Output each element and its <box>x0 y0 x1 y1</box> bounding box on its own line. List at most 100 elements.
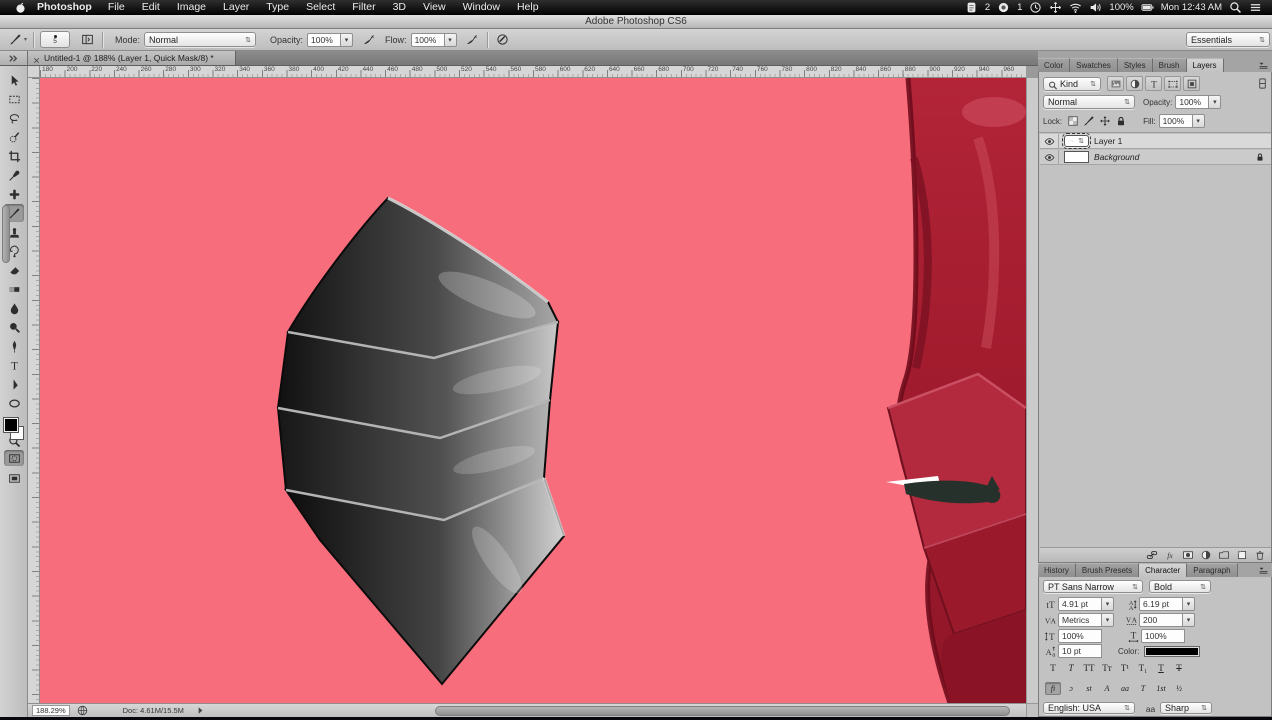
opacity-pressure-icon[interactable] <box>359 31 377 49</box>
apple-icon[interactable] <box>14 1 27 14</box>
camera-icon[interactable] <box>997 1 1010 14</box>
vertical-scrollbar-thumb[interactable] <box>1 205 10 263</box>
layer-row-layer-1[interactable]: Layer 1 <box>1040 133 1271 149</box>
ligatures-button[interactable]: fi <box>1045 682 1061 695</box>
tool-preset-icon[interactable] <box>6 31 24 49</box>
type-tool[interactable]: T <box>4 356 24 374</box>
baseline-shift-field[interactable]: 10 pt <box>1058 644 1102 658</box>
tracking-arrow[interactable] <box>1183 613 1195 627</box>
volume-icon[interactable] <box>1089 1 1102 14</box>
filter-toggle-icon[interactable] <box>1256 77 1269 90</box>
lock-all-icon[interactable] <box>1113 114 1129 128</box>
tab-history[interactable]: History <box>1038 563 1076 577</box>
resize-grip[interactable] <box>1026 703 1038 717</box>
quick-mask-button[interactable] <box>4 450 24 466</box>
filter-pixel-icon[interactable] <box>1107 76 1124 91</box>
discretionary-ligatures-button[interactable]: st <box>1081 682 1097 695</box>
canvas[interactable] <box>40 78 1026 703</box>
tool-preset-arrow-icon[interactable]: ▾ <box>24 36 27 43</box>
new-layer-icon[interactable] <box>1234 549 1249 562</box>
ordinals-button[interactable]: 1st <box>1153 682 1169 695</box>
filter-type-icon[interactable]: T <box>1145 76 1162 91</box>
menu-filter[interactable]: Filter <box>352 1 375 13</box>
tab-color[interactable]: Color <box>1038 58 1071 72</box>
marquee-tool[interactable] <box>4 90 24 108</box>
zoom-level-field[interactable]: 188.29% <box>32 705 70 716</box>
healing-brush-tool[interactable] <box>4 185 24 203</box>
lock-position-icon[interactable] <box>1097 114 1113 128</box>
move-tool[interactable] <box>4 71 24 89</box>
horizontal-scrollbar-thumb[interactable] <box>435 706 1010 716</box>
swash-button[interactable]: A <box>1099 682 1115 695</box>
font-size-arrow[interactable] <box>1102 597 1114 611</box>
font-size-field[interactable]: 4.91 pt <box>1058 597 1102 611</box>
tab-brush-presets[interactable]: Brush Presets <box>1075 563 1140 577</box>
opacity-field[interactable]: 100% <box>307 32 342 47</box>
menu-image[interactable]: Image <box>177 1 206 13</box>
notes-icon[interactable] <box>965 1 978 14</box>
tab-styles[interactable]: Styles <box>1117 58 1153 72</box>
layer-row-background[interactable]: Background <box>1040 150 1271 165</box>
brush-preset-picker[interactable]: 5 <box>40 31 71 48</box>
gradient-tool[interactable] <box>4 280 24 298</box>
document-tab[interactable]: Untitled-1 @ 188% (Layer 1, Quick Mask/8… <box>28 51 236 65</box>
shape-tool[interactable] <box>4 394 24 412</box>
fill-arrow[interactable] <box>1192 114 1205 128</box>
clock-icon[interactable] <box>1029 1 1042 14</box>
path-selection-tool[interactable] <box>4 375 24 393</box>
all-caps-button[interactable]: TT <box>1081 661 1097 674</box>
layer-filter-kind-select[interactable]: Kind <box>1043 76 1101 91</box>
airbrush-mode-icon[interactable] <box>463 31 481 49</box>
brush-pressure-icon[interactable] <box>494 31 512 49</box>
crop-tool[interactable] <box>4 147 24 165</box>
lock-transparent-icon[interactable] <box>1065 114 1081 128</box>
menu-clock[interactable]: Mon 12:43 AM <box>1161 2 1222 13</box>
menu-view[interactable]: View <box>423 1 446 13</box>
layers-opacity-arrow[interactable] <box>1209 95 1222 109</box>
menu-select[interactable]: Select <box>306 1 335 13</box>
blur-tool[interactable] <box>4 299 24 317</box>
stylistic-alternates-button[interactable]: aa <box>1117 682 1133 695</box>
layer-visibility-icon[interactable] <box>1040 150 1059 164</box>
foreground-color-swatch[interactable] <box>4 418 18 432</box>
subscript-button[interactable]: T₁ <box>1135 661 1151 674</box>
quick-selection-tool[interactable] <box>4 128 24 146</box>
tab-character[interactable]: Character <box>1139 563 1188 577</box>
fractions-button[interactable]: ½ <box>1171 682 1187 695</box>
lock-pixels-icon[interactable] <box>1081 114 1097 128</box>
link-layers-icon[interactable] <box>1144 549 1159 562</box>
font-family-select[interactable]: PT Sans Narrow <box>1043 580 1143 593</box>
horizontal-scale-field[interactable]: 100% <box>1141 629 1185 643</box>
small-caps-button[interactable]: Tᴛ <box>1099 661 1115 674</box>
new-group-icon[interactable] <box>1216 549 1231 562</box>
vertical-scrollbar[interactable] <box>1026 78 1038 703</box>
menu-help[interactable]: Help <box>517 1 539 13</box>
faux-italic-button[interactable]: T <box>1063 661 1079 674</box>
tab-layers[interactable]: Layers <box>1186 58 1224 72</box>
tracking-field[interactable]: 200 <box>1139 613 1183 627</box>
leading-arrow[interactable] <box>1183 597 1195 611</box>
eyedropper-tool[interactable] <box>4 166 24 184</box>
lasso-tool[interactable] <box>4 109 24 127</box>
toolbar-collapse-button[interactable] <box>0 51 28 65</box>
layer-thumbnail[interactable] <box>1064 151 1089 163</box>
menu-edit[interactable]: Edit <box>142 1 160 13</box>
underline-button[interactable]: T <box>1153 661 1169 674</box>
tab-brush[interactable]: Brush <box>1152 58 1187 72</box>
move-status-icon[interactable] <box>1049 1 1062 14</box>
delete-layer-icon[interactable] <box>1252 549 1267 562</box>
opacity-dropdown-arrow[interactable] <box>341 32 354 47</box>
menu-layer[interactable]: Layer <box>223 1 249 13</box>
title-bar[interactable]: Adobe Photoshop CS6 <box>0 15 1272 29</box>
kerning-field[interactable]: Metrics <box>1058 613 1102 627</box>
strikethrough-button[interactable]: T <box>1171 661 1187 674</box>
new-adjustment-icon[interactable] <box>1198 549 1213 562</box>
layer-thumbnail[interactable] <box>1062 133 1091 149</box>
filter-shape-icon[interactable] <box>1164 76 1181 91</box>
layer-style-icon[interactable]: fx <box>1162 549 1177 562</box>
superscript-button[interactable]: T¹ <box>1117 661 1133 674</box>
spotlight-icon[interactable] <box>1229 1 1242 14</box>
menu-window[interactable]: Window <box>463 1 500 13</box>
menu-file[interactable]: File <box>108 1 125 13</box>
status-expand-icon[interactable] <box>194 704 207 717</box>
